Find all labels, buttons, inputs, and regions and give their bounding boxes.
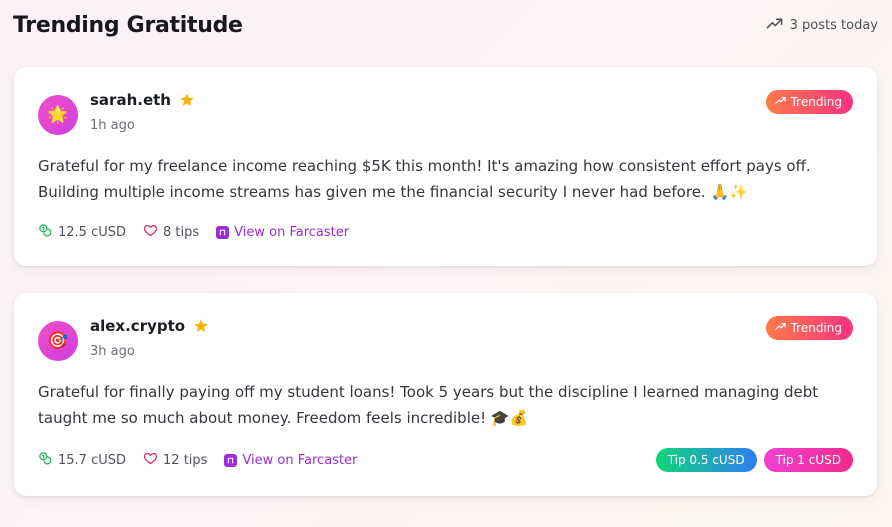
- coins-icon: [38, 223, 53, 242]
- coins-icon: [38, 451, 53, 470]
- post-author: sarah.eth: [90, 91, 195, 109]
- avatar[interactable]: 🌟: [38, 95, 78, 135]
- heart-icon: [143, 451, 158, 470]
- tip-buttons: Tip 0.5 cUSD Tip 1 cUSD: [655, 448, 853, 472]
- author-name[interactable]: alex.crypto: [90, 317, 185, 335]
- tips-label: 8 tips: [163, 224, 200, 240]
- post-content: Grateful for my freelance income reachin…: [38, 157, 811, 201]
- tips-label: 12 tips: [163, 452, 208, 468]
- heart-icon: [143, 223, 158, 242]
- trending-badge-label: Trending: [790, 95, 842, 109]
- amount-label: 12.5 cUSD: [58, 224, 127, 240]
- posts-today-label: 3 posts today: [789, 17, 878, 33]
- post-content: Grateful for finally paying off my stude…: [38, 383, 819, 427]
- avatar[interactable]: 🎯: [38, 321, 78, 361]
- farcaster-icon: [216, 225, 230, 239]
- trending-badge-label: Trending: [790, 321, 842, 335]
- author-name[interactable]: sarah.eth: [90, 91, 171, 109]
- view-on-farcaster-link[interactable]: View on Farcaster: [224, 453, 357, 468]
- post-time: 3h ago: [90, 344, 135, 359]
- page-title: Trending Gratitude: [13, 12, 243, 38]
- post-card: 🌟 sarah.eth 1h ago Trending Grateful for…: [14, 67, 877, 266]
- star-icon: [193, 318, 209, 334]
- post-meta: 15.7 cUSD 12 tips View on Farcaster: [38, 450, 357, 470]
- tip-0.5-cusd-button[interactable]: Tip 0.5 cUSD: [655, 448, 757, 472]
- tips-count[interactable]: 12 tips: [143, 451, 207, 470]
- amount-received: 15.7 cUSD: [38, 451, 126, 470]
- tips-count[interactable]: 8 tips: [143, 223, 199, 242]
- trending-badge: Trending: [765, 316, 853, 340]
- posts-today-indicator: 3 posts today: [766, 15, 878, 36]
- tip-1-cusd-button[interactable]: Tip 1 cUSD: [763, 448, 853, 472]
- post-card: 🎯 alex.crypto 3h ago Trending Grateful f…: [14, 293, 877, 496]
- amount-received: 12.5 cUSD: [38, 223, 126, 242]
- trending-badge: Trending: [765, 90, 853, 114]
- header: Trending Gratitude 3 posts today: [13, 8, 878, 42]
- view-on-farcaster-link[interactable]: View on Farcaster: [216, 225, 349, 240]
- farcaster-link-label: View on Farcaster: [234, 224, 350, 240]
- post-author: alex.crypto: [90, 317, 209, 335]
- post-meta: 12.5 cUSD 8 tips View on Farcaster: [38, 222, 349, 242]
- trending-up-icon: [774, 95, 786, 109]
- farcaster-link-label: View on Farcaster: [242, 452, 358, 468]
- farcaster-icon: [224, 453, 238, 467]
- trending-up-icon: [766, 15, 783, 36]
- star-icon: [179, 92, 195, 108]
- trending-up-icon: [774, 321, 786, 335]
- amount-label: 15.7 cUSD: [58, 452, 127, 468]
- post-time: 1h ago: [90, 118, 135, 133]
